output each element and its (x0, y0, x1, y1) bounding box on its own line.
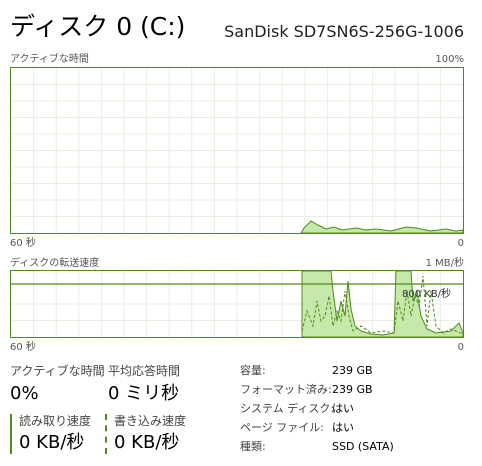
disk-details: 容量: 239 GB フォーマット済み: 239 GB システム ディスク: は… (240, 364, 394, 459)
detail-value: はい (332, 402, 354, 415)
detail-row-page-file: ページ ファイル: はい (240, 421, 394, 440)
detail-row-formatted: フォーマット済み: 239 GB (240, 383, 394, 402)
write-speed-stat-label: 書き込み速度 (114, 414, 187, 428)
transfer-max-label: 1 MB/秒 (425, 258, 464, 269)
detail-value: 239 GB (332, 383, 373, 396)
detail-label: システム ディスク: (240, 402, 335, 415)
active-time-stat-value: 0% (10, 383, 39, 404)
transfer-graph (10, 270, 464, 338)
write-speed-stat: 書き込み速度 0 KB/秒 (105, 414, 186, 454)
active-time-stat: アクティブな時間 0% (10, 364, 105, 405)
write-speed-stat-value: 0 KB/秒 (114, 432, 180, 453)
transfer-time-label: 60 秒 (10, 342, 36, 353)
active-time-series (300, 220, 463, 233)
read-speed-stat-value: 0 KB/秒 (19, 432, 85, 453)
detail-value: はい (332, 421, 354, 434)
active-time-max-label: 100% (435, 54, 464, 65)
detail-value: 239 GB (332, 364, 373, 377)
disk-model: SanDisk SD7SN6S-256G-1006 (224, 22, 464, 41)
detail-value: SSD (SATA) (332, 440, 394, 453)
detail-row-system-disk: システム ディスク: はい (240, 402, 394, 421)
active-time-graph-label: アクティブな時間 (10, 54, 89, 65)
avg-response-stat-label: 平均応答時間 (108, 364, 181, 378)
detail-row-type: 種類: SSD (SATA) (240, 440, 394, 459)
read-speed-stat-label: 読み取り速度 (19, 414, 92, 428)
detail-label: フォーマット済み: (240, 383, 332, 396)
transfer-min-label: 0 (457, 342, 464, 353)
avg-response-stat-value: 0 ミリ秒 (108, 383, 180, 404)
detail-label: 容量: (240, 364, 266, 377)
avg-response-stat: 平均応答時間 0 ミリ秒 (108, 364, 180, 405)
transfer-ref-label: 800 KB/秒 (402, 289, 452, 300)
active-time-time-label: 60 秒 (10, 238, 36, 249)
detail-label: 種類: (240, 440, 266, 453)
active-time-graph (10, 67, 464, 234)
page-title: ディスク 0 (C:) (10, 12, 186, 41)
detail-row-capacity: 容量: 239 GB (240, 364, 394, 383)
active-time-graph-canvas (11, 68, 463, 233)
active-time-stat-label: アクティブな時間 (10, 364, 105, 378)
read-speed-stat: 読み取り速度 0 KB/秒 (10, 414, 91, 454)
transfer-graph-label: ディスクの転送速度 (10, 258, 100, 269)
active-time-min-label: 0 (457, 238, 464, 249)
transfer-graph-canvas (11, 271, 463, 337)
detail-label: ページ ファイル: (240, 421, 324, 434)
